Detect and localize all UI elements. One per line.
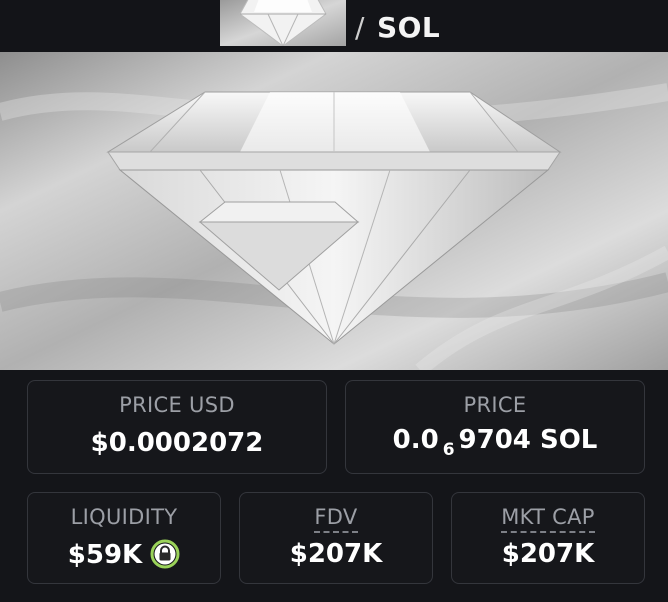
lock-icon[interactable] — [150, 539, 180, 569]
price-usd-label: PRICE USD — [119, 393, 235, 417]
market-cap-value: $207K — [501, 539, 595, 569]
price-native-card: PRICE 0.0 6 9704 SOL — [345, 380, 645, 474]
market-cap-card[interactable]: MKT CAP $207K — [451, 492, 645, 584]
price-usd-card: PRICE USD $0.0002072 — [27, 380, 327, 474]
fdv-card[interactable]: FDV $207K — [239, 492, 433, 584]
price-native-label: PRICE — [463, 393, 527, 417]
diamond-thumbnail-icon — [220, 0, 346, 46]
price-native-digits: 9704 — [458, 425, 531, 455]
diamond-banner-image — [0, 52, 668, 370]
price-native-prefix: 0.0 — [392, 425, 439, 455]
liquidity-label: LIQUIDITY — [70, 505, 178, 529]
liquidity-card: LIQUIDITY $59K — [27, 492, 221, 584]
token-thumbnail-image[interactable] — [220, 0, 346, 46]
liquidity-value: $59K — [67, 540, 143, 570]
price-native-value: 0.0 6 9704 SOL — [346, 425, 644, 460]
token-stats-panel: PRICE USD $0.0002072 PRICE 0.0 6 9704 SOL … — [0, 370, 668, 602]
fdv-value: $207K — [289, 539, 383, 569]
pair-label: / SOL — [355, 10, 440, 46]
price-native-zero-count: 6 — [442, 440, 455, 460]
quote-symbol: SOL — [376, 11, 441, 44]
market-cap-label[interactable]: MKT CAP — [501, 505, 595, 533]
pair-header: / SOL — [0, 0, 668, 52]
liquidity-value-row: $59K — [28, 539, 220, 570]
token-banner-image — [0, 52, 668, 370]
price-native-unit: SOL — [539, 425, 598, 455]
pair-separator: / — [355, 11, 365, 44]
price-usd-value: $0.0002072 — [90, 428, 264, 458]
fdv-label[interactable]: FDV — [314, 505, 358, 533]
